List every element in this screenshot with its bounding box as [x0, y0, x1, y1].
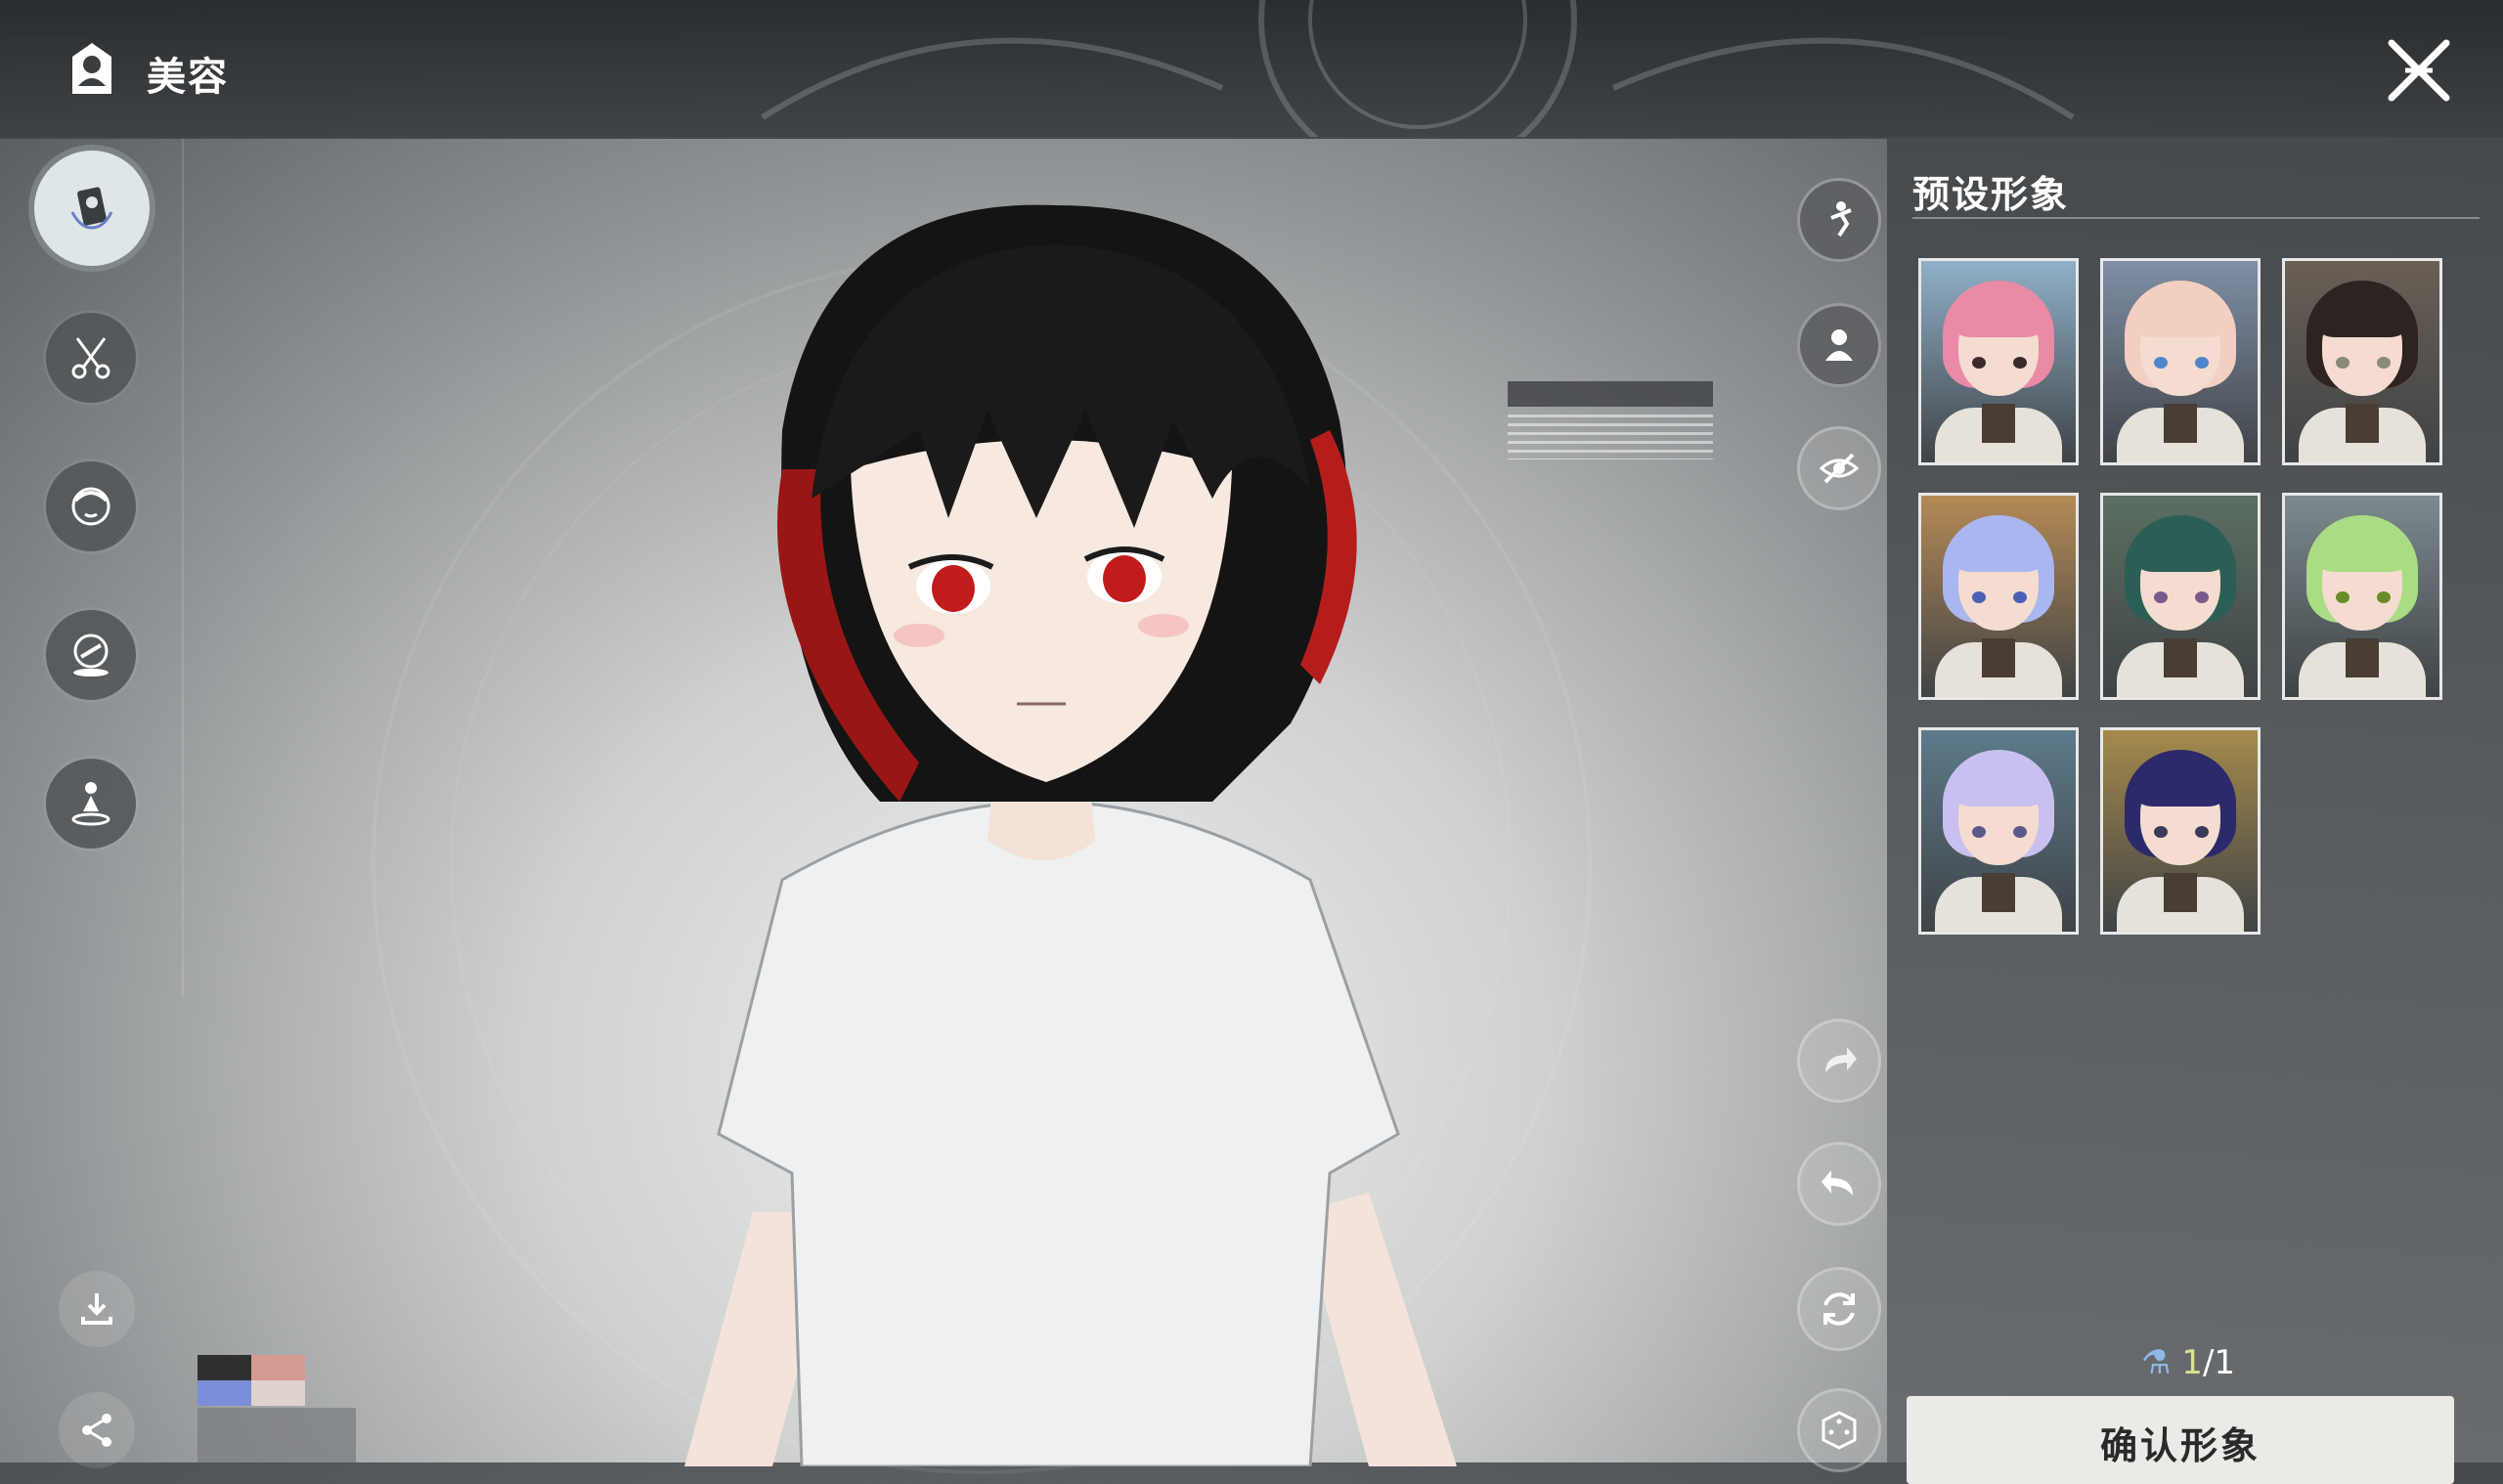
- scissors-comb-icon: [71, 337, 110, 379]
- character-model[interactable]: [626, 176, 1506, 1466]
- sidebar-item-hair[interactable]: [46, 313, 136, 403]
- refresh-icon: [1823, 1292, 1855, 1326]
- sidebar-item-portrait-card[interactable]: [34, 151, 150, 266]
- page-title: 美容: [147, 55, 229, 100]
- preset-portrait[interactable]: [1918, 258, 2079, 465]
- reset-button[interactable]: [1797, 1267, 1881, 1351]
- sidebar-item-body[interactable]: [46, 759, 136, 849]
- counter-separator: /: [2202, 1343, 2215, 1382]
- preset-portrait[interactable]: [2100, 727, 2261, 935]
- bottom-thumbnail-strip: [198, 1408, 356, 1462]
- download-icon: [81, 1293, 112, 1325]
- confirm-appearance-button[interactable]: 确认形象: [1907, 1396, 2454, 1484]
- redo-icon: [1825, 1047, 1857, 1072]
- potion-icon: ⚗: [2141, 1343, 2172, 1382]
- redo-button[interactable]: [1797, 1019, 1881, 1103]
- face-icon: [71, 487, 110, 526]
- preset-portrait[interactable]: [2282, 258, 2442, 465]
- swatch[interactable]: [198, 1380, 251, 1406]
- color-swatches[interactable]: [198, 1355, 305, 1406]
- divider: [1912, 217, 2480, 219]
- figure-stand-icon: [71, 782, 110, 826]
- counter-current: 1: [2181, 1343, 2203, 1382]
- pose-icon: [1830, 201, 1852, 238]
- preset-portrait[interactable]: [2282, 493, 2442, 700]
- sidebar-item-face[interactable]: [46, 461, 136, 551]
- preset-portrait[interactable]: [1918, 727, 2079, 935]
- guide-line: [182, 137, 184, 997]
- preset-panel: 预设形象: [1887, 137, 2503, 1462]
- character-preview[interactable]: [0, 137, 1887, 1474]
- dice-icon: [1822, 1411, 1857, 1450]
- portrait-view-icon: [1825, 329, 1853, 361]
- sidebar-item-makeup[interactable]: [46, 610, 136, 700]
- share-button[interactable]: [59, 1392, 135, 1468]
- close-icon[interactable]: [2386, 37, 2452, 104]
- panel-title: 预设形象: [1912, 173, 2070, 216]
- preset-portrait[interactable]: [2100, 258, 2261, 465]
- hide-ui-button[interactable]: [1797, 426, 1881, 510]
- preset-portrait[interactable]: [1918, 493, 2079, 700]
- swatch[interactable]: [198, 1355, 251, 1380]
- download-button[interactable]: [59, 1271, 135, 1347]
- undo-icon: [1822, 1170, 1853, 1196]
- swatch[interactable]: [251, 1380, 305, 1406]
- pose-button[interactable]: [1797, 178, 1881, 262]
- portrait-view-button[interactable]: [1797, 303, 1881, 387]
- preset-counter: ⚗ 1/1: [2141, 1343, 2235, 1382]
- share-icon: [82, 1414, 111, 1447]
- random-button[interactable]: [1797, 1388, 1881, 1472]
- ornament-pattern: [761, 0, 2075, 137]
- eye-off-icon: [1819, 453, 1860, 484]
- swatch[interactable]: [251, 1355, 305, 1380]
- vanity-mirror-icon: [72, 43, 111, 94]
- undo-button[interactable]: [1797, 1142, 1881, 1226]
- hud-decoration: [1508, 381, 1752, 459]
- portrait-card-icon: [70, 187, 113, 230]
- preset-portrait[interactable]: [2100, 493, 2261, 700]
- counter-total: 1: [2214, 1343, 2236, 1382]
- top-bar: [0, 0, 2503, 139]
- compact-mirror-icon: [73, 633, 109, 677]
